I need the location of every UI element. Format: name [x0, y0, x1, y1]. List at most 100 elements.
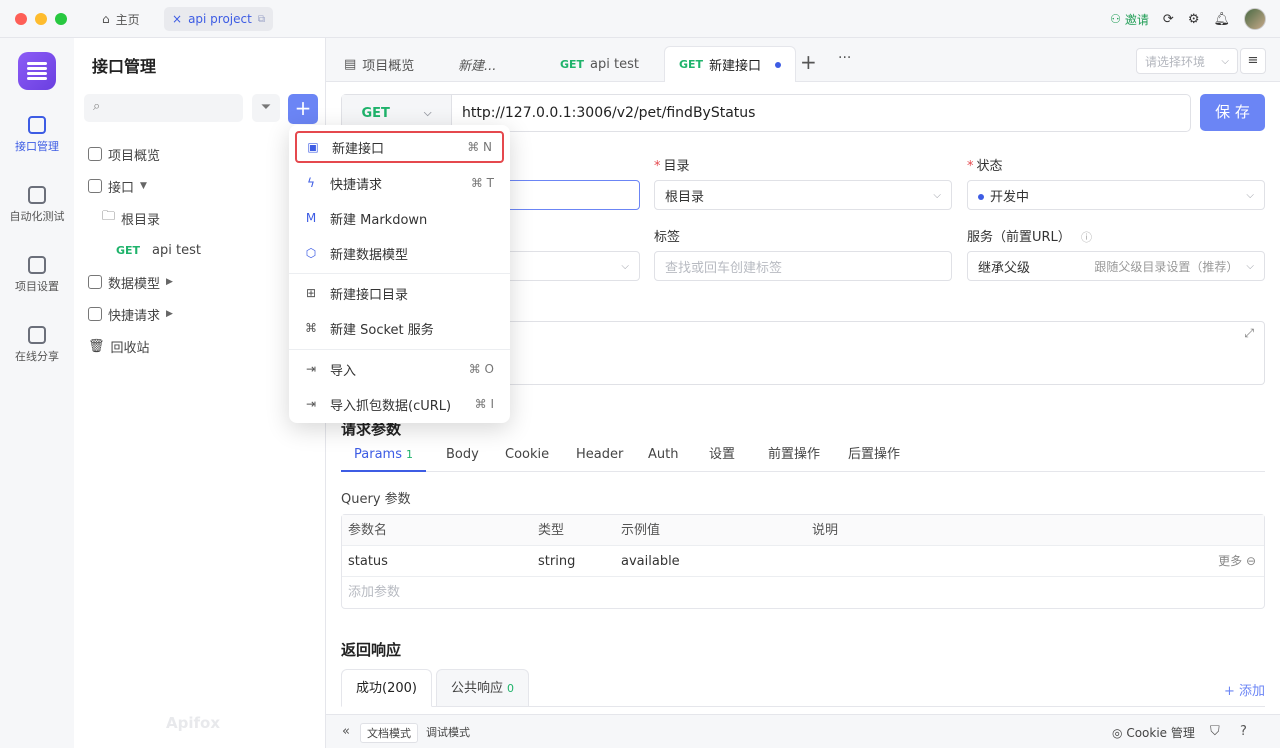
tree-item-trash[interactable]: 🗑︎ 回收站	[88, 330, 318, 362]
tree-item-quick[interactable]: 快捷请求 ▶	[88, 298, 318, 330]
search-icon: ⌕	[93, 99, 101, 114]
tab-common-response[interactable]: 公共响应 0	[436, 669, 530, 707]
new-tab-button[interactable]: +	[800, 50, 817, 74]
menu-divider	[289, 349, 510, 350]
api-tree: 项目概览 接口 ▼ 🗀︎ 根目录 GET api test 数据模型 ▶ 快捷请…	[88, 138, 318, 362]
shirt-icon[interactable]: ⛉	[1210, 724, 1220, 739]
menu-item-new-folder[interactable]: ⊞ 新建接口目录	[295, 277, 504, 309]
tab-post-ops[interactable]: 后置操作	[848, 438, 900, 472]
chevron-down-icon: ⌵	[1246, 260, 1254, 272]
menu-button[interactable]: ≡	[1240, 48, 1266, 74]
stack-icon	[28, 186, 46, 204]
tree-item-overview[interactable]: 项目概览	[88, 138, 318, 170]
bell-icon[interactable]: 🔔︎	[1213, 12, 1230, 27]
menu-item-new-socket[interactable]: ⌘ 新建 Socket 服务	[295, 312, 504, 344]
tags-input[interactable]: 查找或回车创建标签	[654, 251, 952, 281]
tab-new[interactable]: 新建...	[444, 46, 510, 82]
tab-overview[interactable]: ▤ 项目概览	[330, 46, 428, 82]
debug-mode-button[interactable]: 调试模式	[420, 723, 476, 743]
collapse-icon[interactable]: «	[342, 724, 350, 739]
sync-icon[interactable]: ⟳	[1163, 12, 1174, 27]
table-row[interactable]: status string available 更多 ⊖	[342, 546, 1264, 577]
gear-icon[interactable]: ⚙	[1188, 12, 1200, 27]
api-icon: ▣	[307, 140, 319, 154]
doc-mode-button[interactable]: 文档模式	[360, 723, 418, 743]
tab-api-test[interactable]: GET api test	[546, 46, 653, 82]
responsible-select[interactable]: ⌵	[496, 251, 640, 281]
save-button[interactable]: 保 存	[1200, 94, 1265, 131]
add-response-button[interactable]: + 添加	[1224, 680, 1265, 699]
tree-item-models[interactable]: 数据模型 ▶	[88, 266, 318, 298]
add-param-row[interactable]: 添加参数	[342, 577, 1264, 608]
service-select[interactable]: 继承父级 跟随父级目录设置（推荐） ⌵	[967, 251, 1265, 281]
home-tab[interactable]: ⌂ 主页	[94, 7, 148, 31]
tab-body[interactable]: Body	[446, 438, 479, 472]
tab-auth[interactable]: Auth	[648, 438, 678, 472]
url-input[interactable]: http://127.0.0.1:3006/v2/pet/findByStatu…	[452, 105, 755, 121]
zoom-window-button[interactable]	[55, 13, 67, 25]
menu-item-new-markdown[interactable]: M 新建 Markdown	[295, 202, 504, 234]
menu-item-import[interactable]: ⇥ 导入 ⌘ O	[295, 353, 504, 385]
overview-icon: ▤	[344, 56, 357, 72]
menu-item-new-model[interactable]: ⬡ 新建数据模型	[295, 237, 504, 269]
rail-item-settings[interactable]: 项目设置	[0, 256, 74, 294]
chevron-down-icon: ⌵	[1246, 189, 1254, 201]
status-dot	[978, 194, 984, 200]
tree-item-root[interactable]: 🗀︎ 根目录	[88, 202, 318, 234]
status-select[interactable]: 开发中 ⌵	[967, 180, 1265, 210]
caret-down-icon: ▼	[140, 181, 147, 191]
query-params-label: Query 参数	[341, 492, 411, 507]
lightning-icon: ϟ	[307, 176, 315, 190]
tree-item-api-test[interactable]: GET api test	[88, 234, 318, 266]
add-user-icon: ⚇	[1110, 12, 1121, 26]
service-label: 服务（前置URL） ⓘ	[967, 230, 1092, 245]
overview-icon	[88, 147, 102, 161]
tab-success-200[interactable]: 成功(200)	[341, 669, 432, 707]
response-title: 返回响应	[341, 641, 402, 659]
add-button[interactable]: +	[288, 94, 318, 124]
tab-header[interactable]: Header	[576, 438, 623, 472]
tree-item-api[interactable]: 接口 ▼	[88, 170, 318, 202]
more-tabs-button[interactable]: ···	[838, 50, 851, 66]
socket-icon: ⌘	[305, 321, 317, 335]
close-window-button[interactable]	[15, 13, 27, 25]
sidebar-title: 接口管理	[92, 57, 157, 76]
folder-plus-icon: ⊞	[305, 286, 317, 300]
external-link-icon: ⧉	[257, 13, 265, 25]
environment-select[interactable]: 请选择环境 ⌵	[1136, 48, 1238, 74]
tab-settings[interactable]: 设置	[709, 438, 735, 472]
cookie-manager-button[interactable]: ◎ Cookie 管理	[1112, 724, 1195, 741]
avatar[interactable]	[1244, 8, 1266, 30]
help-icon[interactable]: ⓘ	[1081, 231, 1092, 244]
tab-pre-ops[interactable]: 前置操作	[768, 438, 820, 472]
tab-cookie[interactable]: Cookie	[505, 438, 549, 472]
rail-item-api-management[interactable]: 接口管理	[0, 116, 74, 154]
rail-item-share[interactable]: 在线分享	[0, 326, 74, 364]
param-tabs: Params 1 Body Cookie Header Auth 设置 前置操作 …	[341, 438, 1265, 472]
tab-params[interactable]: Params 1	[341, 438, 426, 472]
help-icon[interactable]: ?	[1240, 724, 1247, 739]
search-input[interactable]: ⌕	[84, 94, 243, 122]
tab-new-api[interactable]: GET 新建接口	[664, 46, 797, 82]
directory-select[interactable]: 根目录 ⌵	[654, 180, 952, 210]
status-label: * 状态	[967, 159, 1003, 174]
menu-item-new-api[interactable]: ▣ 新建接口 ⌘ N	[295, 131, 504, 163]
name-field[interactable]	[496, 180, 640, 210]
markdown-icon: M	[305, 211, 317, 225]
project-tab[interactable]: × api project ⧉	[164, 7, 273, 31]
remove-icon[interactable]: ⊖	[1246, 554, 1256, 568]
menu-item-quick-request[interactable]: ϟ 快捷请求 ⌘ T	[295, 167, 504, 199]
home-icon: ⌂	[102, 12, 110, 26]
caret-right-icon: ▶	[166, 309, 173, 319]
api-icon	[88, 179, 102, 193]
close-icon[interactable]: ×	[172, 12, 182, 26]
rail-item-automation[interactable]: 自动化测试	[0, 186, 74, 224]
menu-item-import-curl[interactable]: ⇥ 导入抓包数据(cURL) ⌘ I	[295, 388, 504, 420]
invite-button[interactable]: ⚇ 邀请	[1110, 11, 1149, 28]
window-titlebar: ⌂ 主页 × api project ⧉ ⚇ 邀请 ⟳ ⚙ 🔔︎	[0, 0, 1280, 38]
filter-button[interactable]: ⏷	[252, 94, 280, 122]
hamburger-icon: ≡	[1247, 53, 1259, 68]
expand-icon[interactable]: ⤢	[1244, 326, 1254, 341]
more-button[interactable]: 更多 ⊖	[1218, 546, 1256, 577]
minimize-window-button[interactable]	[35, 13, 47, 25]
